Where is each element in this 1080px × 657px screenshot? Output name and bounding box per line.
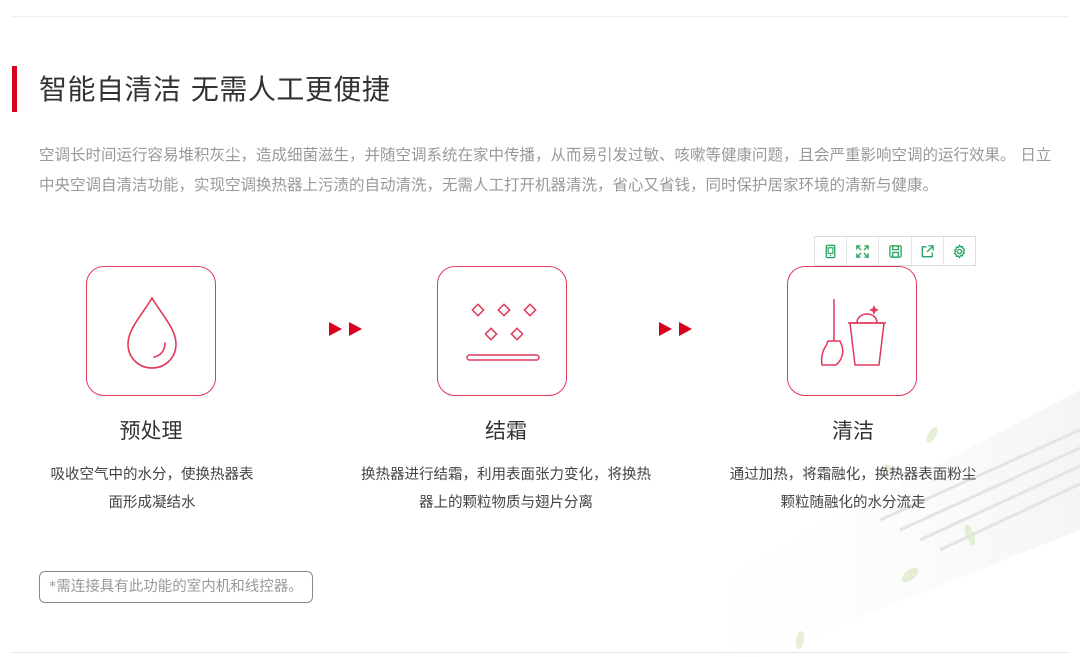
settings-icon [953, 243, 966, 259]
step-2-icon-box [437, 266, 567, 396]
share-button[interactable] [912, 237, 944, 265]
cleaning-icon [820, 299, 886, 366]
tablet-icon [825, 244, 836, 258]
section-description: 空调长时间运行容易堆积灰尘，造成细菌滋生，并随空调系统在家中传播，从而易引发过敏… [39, 146, 1052, 194]
step-2-description: 换热器进行结霜，利用表面张力变化，将换热 器上的颗粒物质与翅片分离 [346, 461, 666, 517]
step-1-title: 预处理 [119, 419, 183, 443]
section-title: 智能自清洁 无需人工更便捷 [39, 73, 391, 106]
step-3-description-line-2: 颗粒随融化的水分流走 [780, 495, 926, 511]
step-1-description-line-1: 吸收空气中的水分，使换热器表 [50, 467, 254, 483]
expand-button[interactable] [847, 237, 880, 265]
title-accent-bar [12, 66, 17, 112]
share-icon [921, 244, 934, 257]
frost-icon [466, 303, 540, 361]
bottom-divider [12, 652, 1068, 653]
requirement-note: *需连接具有此功能的室内机和线控器。 [39, 571, 313, 603]
step-3-title: 清洁 [832, 419, 874, 443]
top-divider [12, 16, 1068, 17]
step-3-icon-box [787, 266, 917, 396]
tablet-view-button[interactable] [815, 237, 848, 265]
water-drop-icon [127, 296, 177, 369]
save-icon [888, 244, 902, 258]
step-1-icon-box [86, 266, 216, 396]
step-1-description: 吸收空气中的水分，使换热器表 面形成凝结水 [0, 461, 312, 517]
step-1-description-line-2: 面形成凝结水 [108, 495, 196, 511]
step-2-description-line-1: 换热器进行结霜，利用表面张力变化，将换热 [361, 467, 651, 483]
step-2-description-line-2: 器上的颗粒物质与翅片分离 [419, 495, 593, 511]
step-arrow-1 [329, 321, 365, 337]
step-3-description-line-1: 通过加热，将霜融化，换热器表面粉尘 [729, 467, 977, 483]
step-2-title: 结霜 [485, 419, 527, 443]
step-3-description: 通过加热，将霜融化，换热器表面粉尘 颗粒随融化的水分流走 [693, 461, 1013, 517]
image-toolbar [814, 236, 976, 266]
save-button[interactable] [879, 237, 912, 265]
expand-icon [856, 244, 870, 258]
settings-button[interactable] [944, 237, 975, 265]
step-arrow-2 [659, 321, 695, 337]
